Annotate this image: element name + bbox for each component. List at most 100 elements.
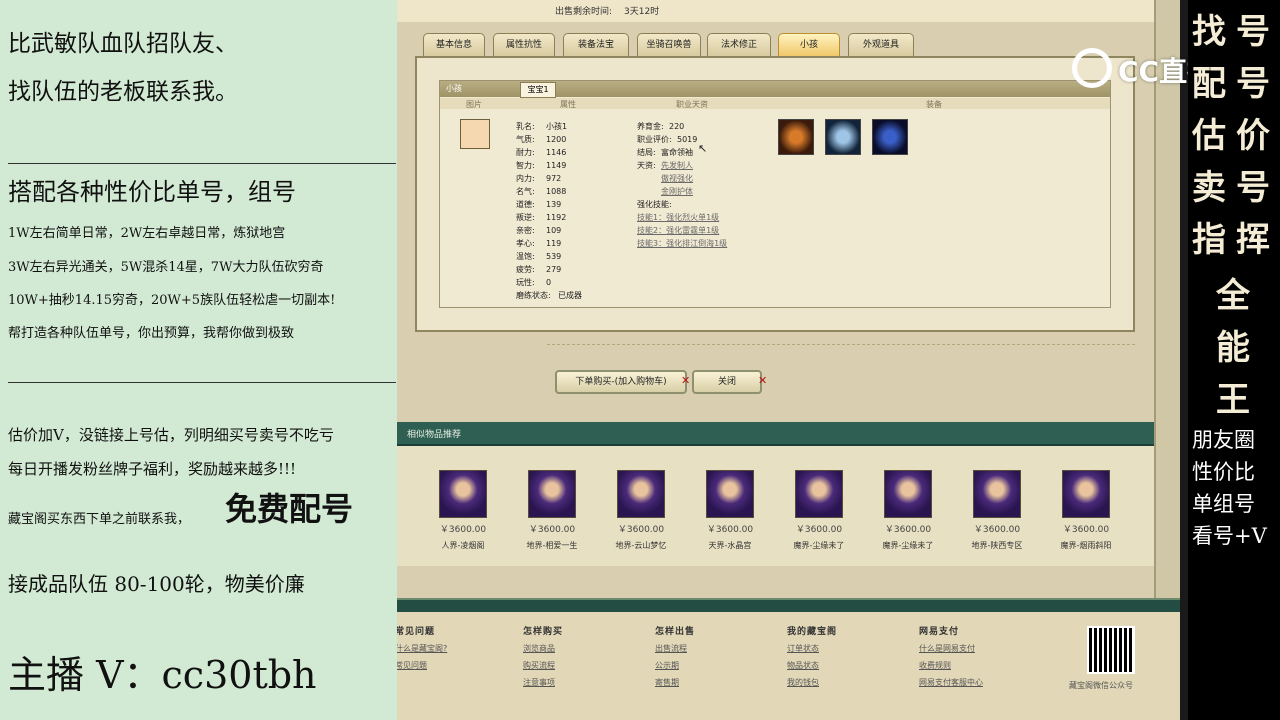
recommend-list: ￥3600.00 人界-凌烟阁 ￥3600.00 地界-相爱一生 ￥3600.00 地… [397, 446, 1154, 566]
equip-slot-3[interactable] [872, 119, 908, 155]
tab-baby-1[interactable]: 宝宝1 [520, 82, 556, 98]
item-image[interactable] [528, 470, 576, 518]
ad-line-7: 帮打造各种队伍单号，你出预算，我帮你做到极致 [8, 326, 295, 341]
ad-line-9: 每日开播发粉丝牌子福利，奖励越来越多!!! [8, 460, 297, 478]
skill-link[interactable]: 技能3：强化排江倒海1级 [637, 238, 727, 249]
close-x-icon: ✕ [758, 374, 768, 387]
qr-label: 藏宝阁微信公众号 [1069, 681, 1133, 690]
footer-link[interactable]: 常见问题 [397, 660, 447, 671]
sell-time-strip: 出售剩余时间: 3天12时 [397, 0, 1180, 22]
item-image[interactable] [706, 470, 754, 518]
skill-link[interactable]: 技能2：强化雷霆单1级 [637, 225, 719, 236]
footer-link[interactable]: 收费规则 [919, 660, 983, 671]
item-image[interactable] [795, 470, 843, 518]
child-panel: 小孩 宝宝1 图片 属性 职业天资 装备 乳名: 小孩1 气质: 1200 耐力: 1… [439, 80, 1111, 308]
footer: 常见问题 什么是藏宝阁? 常见问题 怎样购买 浏览商品 购买流程 注意事项 怎样… [397, 612, 1180, 720]
tab-mounts[interactable]: 坐骑召唤兽 [637, 33, 701, 56]
item-image[interactable] [617, 470, 665, 518]
tab-appearance[interactable]: 外观道具 [848, 33, 914, 56]
talent-link[interactable]: 先发制人 [661, 160, 693, 171]
right-char: 配 [1192, 64, 1228, 104]
ad-line-11: 接成品队伍 80-100轮，物美价廉 [8, 572, 305, 596]
recommend-title: 相似物品推荐 [407, 430, 462, 440]
stat-morality: 道德: 139 [516, 200, 562, 209]
skill-label: 强化技能: [637, 200, 672, 209]
right-char: 价 [1236, 116, 1272, 156]
buy-button[interactable]: 下单购买-(加入购物车) [555, 370, 687, 394]
sell-time-label: 出售剩余时间: [555, 7, 613, 17]
right-char: 能 [1216, 328, 1252, 368]
item-image[interactable] [439, 470, 487, 518]
item-image[interactable] [884, 470, 932, 518]
footer-col-buy: 怎样购买 浏览商品 购买流程 注意事项 [523, 627, 564, 688]
ad-line-10: 藏宝阁买东西下单之前联系我， [8, 512, 191, 527]
stat-satiety: 温饱: 539 [516, 252, 562, 261]
footer-link[interactable]: 公示期 [655, 660, 695, 671]
right-char: 挥 [1236, 220, 1272, 260]
recommend-item[interactable]: ￥3600.00 地界-相爱一生 [512, 470, 592, 551]
ad-line-1: 比武敏队血队招队友、 [8, 31, 238, 57]
recommend-item[interactable]: ￥3600.00 天界-水晶宫 [690, 470, 770, 551]
stat-name: 乳名: 小孩1 [516, 122, 568, 131]
recommend-item[interactable]: ￥3600.00 地界-云山梦忆 [601, 470, 681, 551]
item-image[interactable] [973, 470, 1021, 518]
child-panel-header: 小孩 宝宝1 [440, 81, 1110, 98]
tab-equipment[interactable]: 装备法宝 [563, 33, 629, 56]
cc-logo-icon [1072, 48, 1112, 88]
talent-link[interactable]: 傲视强化 [661, 173, 693, 184]
right-line: 看号+V [1192, 524, 1267, 548]
tab-attributes[interactable]: 属性抗性 [493, 33, 555, 56]
footer-link[interactable]: 订单状态 [787, 643, 837, 654]
recommend-item[interactable]: ￥3600.00 魔界-尘缘未了 [868, 470, 948, 551]
stat-inner-power: 内力: 972 [516, 174, 562, 183]
footer-col-mine: 我的藏宝阁 订单状态 物品状态 我的钱包 [787, 627, 838, 688]
equip-slot-2[interactable] [825, 119, 861, 155]
left-overlay-panel: 比武敏队血队招队友、 找队伍的老板联系我。 搭配各种性价比单号，组号 1W左右简… [0, 0, 397, 720]
footer-link[interactable]: 出售流程 [655, 643, 695, 654]
footer-link[interactable]: 寄售期 [655, 677, 695, 688]
column-header: 图片 属性 职业天资 装备 [440, 98, 1110, 109]
col-equip: 装备 [926, 100, 942, 109]
ad-line-5: 3W左右异光通关，5W混杀14星，7W大力队伍砍穷奇 [8, 260, 324, 275]
recommend-item[interactable]: ￥3600.00 人界-凌烟阁 [423, 470, 503, 551]
stat-rebellion: 叛逆: 1192 [516, 213, 567, 222]
child-panel-title: 小孩 [446, 84, 462, 93]
footer-link[interactable]: 浏览商品 [523, 643, 563, 654]
footer-link[interactable]: 什么是藏宝阁? [397, 643, 447, 654]
recommend-item[interactable]: ￥3600.00 地界-陕西专区 [957, 470, 1037, 551]
right-overlay-panel: 找 号 配 号 估 价 卖 号 指 挥 全 能 王 朋友圈 性价比 单组号 看号… [1188, 0, 1280, 720]
talent-link[interactable]: 金刚护体 [661, 186, 693, 197]
skill-link[interactable]: 技能1：强化烈火单1级 [637, 212, 719, 223]
recommend-item[interactable]: ￥3600.00 魔界-烟雨斜阳 [1046, 470, 1126, 551]
tab-child[interactable]: 小孩 [778, 33, 840, 56]
footer-link[interactable]: 物品状态 [787, 660, 837, 671]
equip-slot-1[interactable] [778, 119, 814, 155]
footer-col-faq: 常见问题 什么是藏宝阁? 常见问题 [397, 627, 448, 671]
stat-training: 磨练状态: 已成器 [516, 291, 582, 300]
recommend-header: 相似物品推荐 [397, 422, 1154, 446]
stat-fatigue: 疲劳: 279 [516, 265, 562, 274]
item-detail-page: 出售剩余时间: 3天12时 基本信息 属性抗性 装备法宝 坐骑召唤兽 法术修正 … [397, 0, 1180, 720]
sell-time-value: 3天12时 [624, 7, 660, 17]
footer-link[interactable]: 我的钱包 [787, 677, 837, 688]
footer-col-sell: 怎样出售 出售流程 公示期 寄售期 [655, 627, 696, 688]
close-button[interactable]: 关闭 [692, 370, 762, 394]
ad-line-8: 估价加V，没链接上号估，列明细买号卖号不吃亏 [8, 426, 334, 444]
ad-line-4: 1W左右简单日常，2W左右卓越日常，炼狱地宫 [8, 226, 286, 241]
tab-basic-info[interactable]: 基本信息 [423, 33, 485, 56]
ad-free-match: 免费配号 [225, 490, 354, 528]
footer-link[interactable]: 注意事项 [523, 677, 563, 688]
recommend-item[interactable]: ￥3600.00 魔界-尘缘未了 [779, 470, 859, 551]
right-char: 号 [1236, 12, 1272, 52]
right-char: 号 [1236, 168, 1272, 208]
footer-link[interactable]: 什么是网易支付 [919, 643, 983, 654]
footer-separator [397, 598, 1180, 612]
tab-spell-mod[interactable]: 法术修正 [707, 33, 771, 56]
footer-link[interactable]: 购买流程 [523, 660, 563, 671]
divider [8, 382, 396, 383]
stat-playfulness: 玩性: 0 [516, 278, 552, 287]
talent-label: 天资: [637, 161, 656, 170]
footer-link[interactable]: 网易支付客服中心 [919, 677, 983, 688]
item-image[interactable] [1062, 470, 1110, 518]
right-char: 卖 [1192, 168, 1228, 208]
